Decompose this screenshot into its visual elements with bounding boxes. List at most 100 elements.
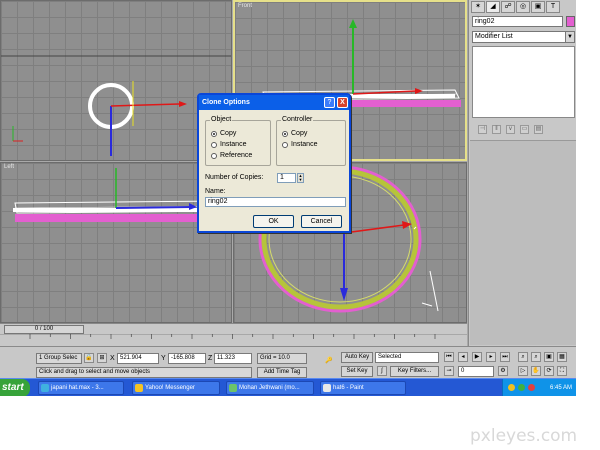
make-unique-icon[interactable]: ∨	[506, 124, 515, 134]
key-mode-icon[interactable]: ⊸	[444, 366, 454, 376]
name-field[interactable]: ring02	[205, 197, 346, 207]
controller-group-label: Controller	[281, 116, 314, 123]
key-filters-button[interactable]: Key Filters...	[390, 366, 439, 377]
motion-icon[interactable]: ◎	[516, 1, 530, 13]
object-copy-radio[interactable]: Copy	[211, 129, 236, 138]
status-bar: 1 Group Selec 🔒 ⊞ X 521.904 Y -165.808 Z…	[0, 346, 576, 378]
close-button[interactable]: X	[337, 97, 348, 108]
ring-object[interactable]	[15, 214, 225, 222]
absolute-mode-icon[interactable]: ⊞	[97, 353, 107, 363]
y-coordinate-field[interactable]: -165.808	[168, 353, 206, 364]
timeline: 0 / 100 0 10 20 30 40 50 60 70 80 90 100	[0, 323, 467, 353]
taskbar-item[interactable]: hat6 - Paint	[320, 381, 406, 395]
modifier-list-label: Modifier List	[475, 33, 513, 40]
gizmo-x-axis[interactable]	[343, 224, 405, 234]
gizmo-x-axis[interactable]	[115, 206, 192, 209]
chevron-down-icon[interactable]: ▼	[565, 32, 574, 42]
lock-selection-icon[interactable]: 🔒	[84, 353, 94, 363]
controller-group: Controller Copy Instance	[276, 116, 346, 166]
show-end-result-icon[interactable]: ‖	[492, 124, 501, 134]
help-button[interactable]: ?	[324, 97, 335, 108]
add-time-tag-button[interactable]: Add Time Tag	[257, 367, 307, 378]
display-icon[interactable]: ▣	[531, 1, 545, 13]
zoom-all-icon[interactable]: ⌕	[531, 352, 541, 362]
command-panel: ✶ ◢ ☍ ◎ ▣ T ring02 Modifier List ▼ ⊣ ‖ ∨…	[468, 0, 576, 346]
object-group: Object Copy Instance Reference	[205, 116, 271, 166]
orbit-icon[interactable]: ⟳	[544, 366, 554, 376]
yahoo-messenger-icon	[135, 384, 143, 392]
radio-icon	[282, 141, 288, 148]
auto-key-button[interactable]: Auto Key	[341, 352, 373, 363]
y-label: Y	[161, 355, 166, 362]
taskbar-item[interactable]: Yahoo! Messenger	[132, 381, 220, 395]
pan-icon[interactable]: ✋	[531, 366, 541, 376]
radio-label: Reference	[220, 152, 253, 159]
goto-end-icon[interactable]: ⏭	[500, 352, 510, 362]
controller-copy-radio[interactable]: Copy	[282, 129, 307, 138]
clone-options-dialog: Clone Options ? X Object Copy Instance R…	[197, 93, 351, 233]
modify-icon[interactable]: ◢	[486, 1, 500, 13]
previous-frame-icon[interactable]: ◂	[458, 352, 468, 362]
network-tray-icon[interactable]	[518, 384, 525, 391]
utilities-icon[interactable]: T	[546, 1, 560, 13]
grid-size: Grid = 10.0	[257, 353, 307, 364]
modifier-list-dropdown[interactable]: Modifier List ▼	[472, 31, 575, 43]
system-tray: 6:45 AM	[502, 379, 576, 396]
zoom-extents-icon[interactable]: ▣	[544, 352, 554, 362]
default-tangents-icon[interactable]: ∫	[377, 366, 387, 376]
goto-start-icon[interactable]: ⏮	[444, 352, 454, 362]
object-color-swatch[interactable]	[566, 16, 575, 27]
security-tray-icon[interactable]	[528, 384, 535, 391]
messenger-tray-icon[interactable]	[508, 384, 515, 391]
zoom-icon[interactable]: ⌕	[518, 352, 528, 362]
stack-toolbar: ⊣ ‖ ∨ ▭ ▤	[472, 122, 575, 136]
radio-selected-icon	[282, 130, 288, 137]
key-mode-select[interactable]: Selected	[375, 352, 439, 363]
create-icon[interactable]: ✶	[471, 1, 485, 13]
radio-label: Instance	[220, 141, 247, 148]
taskbar-item-label: japani hat.max - 3...	[51, 385, 104, 391]
radio-selected-icon	[211, 130, 217, 137]
radio-icon	[211, 152, 217, 159]
configure-sets-icon[interactable]: ▤	[534, 124, 543, 134]
hierarchy-icon[interactable]: ☍	[501, 1, 515, 13]
z-label: Z	[208, 355, 213, 362]
time-slider[interactable]: 0 / 100	[4, 325, 84, 334]
taskbar-item[interactable]: Mohan Jethwani (mo...	[226, 381, 314, 395]
controller-instance-radio[interactable]: Instance	[282, 140, 317, 149]
zoom-extents-all-icon[interactable]: ▦	[557, 352, 567, 362]
object-reference-radio[interactable]: Reference	[211, 151, 252, 160]
prompt-line: Click and drag to select and move object…	[36, 367, 252, 378]
copies-label: Number of Copies:	[205, 174, 264, 181]
next-frame-icon[interactable]: ▸	[486, 352, 496, 362]
paint-icon	[323, 384, 331, 392]
time-configuration-icon[interactable]: ⚙	[498, 366, 508, 376]
object-name-field[interactable]: ring02	[472, 16, 563, 27]
taskbar-item[interactable]: japani hat.max - 3...	[38, 381, 124, 395]
z-coordinate-field[interactable]: 11.323	[214, 353, 252, 364]
pin-stack-icon[interactable]: ⊣	[478, 124, 487, 134]
play-icon[interactable]: ▶	[472, 352, 482, 362]
ok-button[interactable]: OK	[253, 215, 294, 228]
clock[interactable]: 6:45 AM	[550, 379, 572, 396]
set-key-button[interactable]: Set Key	[341, 366, 373, 377]
key-icon[interactable]: 🔑	[320, 357, 338, 369]
x-coordinate-field[interactable]: 521.904	[117, 353, 159, 364]
object-group-label: Object	[210, 116, 233, 123]
object-instance-radio[interactable]: Instance	[211, 140, 246, 149]
gizmo-x-axis[interactable]	[110, 103, 180, 107]
taskbar-item-label: Yahoo! Messenger	[145, 385, 195, 391]
start-button[interactable]: start	[0, 379, 30, 396]
remove-modifier-icon[interactable]: ▭	[520, 124, 529, 134]
radio-label: Copy	[291, 130, 308, 137]
current-frame-field[interactable]: 0	[458, 366, 494, 377]
command-panel-tabs: ✶ ◢ ☍ ◎ ▣ T	[471, 1, 560, 14]
cancel-button[interactable]: Cancel	[301, 215, 342, 228]
copies-spinner-icon[interactable]: ▲ ▼	[297, 173, 304, 183]
maximize-viewport-icon[interactable]: ⛶	[557, 366, 567, 376]
modifier-stack[interactable]	[472, 46, 575, 118]
field-of-view-icon[interactable]: ▷	[518, 366, 528, 376]
taskbar-item-label: hat6 - Paint	[333, 385, 364, 391]
3dsmax-window: Front Left ✶ ◢ ☍ ◎ ▣ T ring02 Modifier L…	[0, 0, 576, 396]
copies-field[interactable]: 1	[277, 173, 296, 183]
